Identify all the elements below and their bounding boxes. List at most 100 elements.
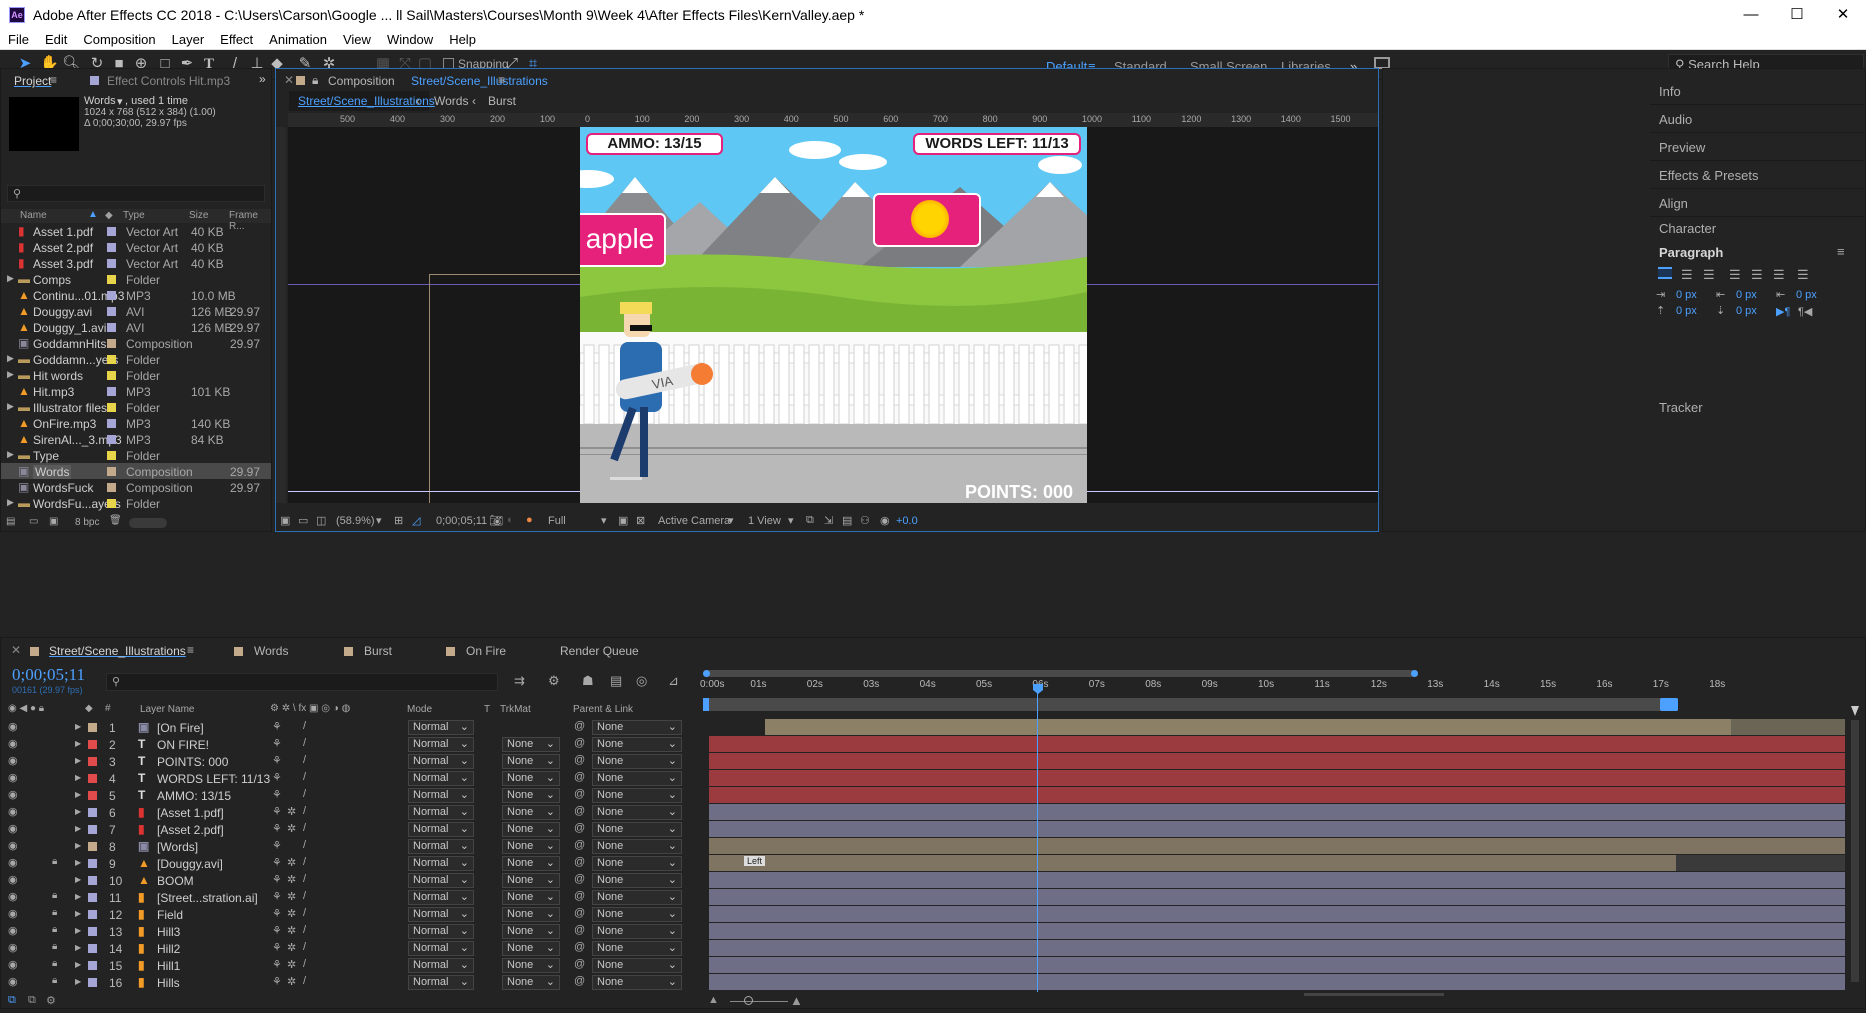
project-item[interactable]: ▮ Asset 3.pdf Vector Art 40 KB (1, 255, 271, 271)
label-swatch[interactable] (88, 944, 97, 953)
panel-menu-icon[interactable]: ≡ (187, 643, 194, 657)
zoom-in-icon[interactable]: ▲ (790, 993, 803, 1008)
lock-icon[interactable]: 🔒︎ (52, 924, 57, 935)
label-swatch[interactable] (88, 740, 97, 749)
views-select[interactable]: 1 View (748, 515, 781, 527)
label-swatch[interactable] (88, 978, 97, 987)
pick-whip-icon[interactable]: @ (574, 856, 585, 868)
tracker-panel-title[interactable]: Tracker (1659, 400, 1703, 415)
eye-icon[interactable]: ◉ (8, 771, 18, 784)
shy-switch-icon[interactable]: ⚘ (272, 890, 282, 903)
twirl-arrow-icon[interactable]: ▶ (75, 756, 81, 765)
layer-duration-bar[interactable] (709, 838, 1845, 854)
collapse-switch-icon[interactable]: ✲ (287, 975, 296, 988)
twirl-arrow-icon[interactable]: ▶ (75, 875, 81, 884)
column-parent[interactable]: Parent & Link (573, 704, 633, 715)
chevron-right-icon[interactable]: » (259, 72, 266, 86)
layer-row[interactable]: ◉ 🔒︎ ▶ 11 ▮ [Street...stration.ai] ⚘ ✲ / Normal ⌄ N… (0, 889, 1866, 906)
layer-row[interactable]: ◉ 🔒︎ ▶ 12 ▮ Field ⚘ ✲ / Normal ⌄ None ⌄ @ None ⌄ (0, 906, 1866, 923)
work-area-end-handle[interactable] (1660, 698, 1678, 711)
work-area-scrollbar[interactable] (703, 670, 1418, 677)
twirl-arrow-icon[interactable]: ▶ (75, 858, 81, 867)
layer-row[interactable]: ◉ ▶ 5 T AMMO: 13/15 ⚘ / Normal ⌄ None ⌄ @ None ⌄ (0, 787, 1866, 804)
collapse-switch-icon[interactable]: ✲ (287, 958, 296, 971)
label-swatch[interactable] (107, 307, 116, 316)
parent-select[interactable]: None ⌄ (592, 856, 682, 871)
transparency-grid-icon[interactable]: ◿ (412, 514, 420, 527)
lock-icon[interactable]: 🔒︎ (312, 73, 318, 88)
quality-switch-icon[interactable]: / (303, 754, 306, 766)
label-swatch[interactable] (107, 291, 116, 300)
twirl-arrow-icon[interactable]: ▶ (75, 909, 81, 918)
layer-row[interactable]: ◉ 🔒︎ ▶ 9 ▲ [Douggy.avi] ⚘ ✲ / Normal ⌄ None ⌄ @ None ⌄ L… (0, 855, 1866, 872)
pick-whip-icon[interactable]: @ (574, 924, 585, 936)
parent-select[interactable]: None ⌄ (592, 907, 682, 922)
eye-icon[interactable]: ◉ (8, 856, 18, 869)
shy-switch-icon[interactable]: ⚘ (272, 975, 282, 988)
close-button[interactable]: ✕ (1820, 0, 1866, 30)
twirl-arrow-icon[interactable]: ▶ (75, 926, 81, 935)
rtl-direction-icon[interactable]: ¶◀ (1798, 305, 1812, 318)
layer-name[interactable]: BOOM (157, 874, 194, 888)
layer-duration-bar[interactable] (709, 872, 1845, 888)
eye-icon[interactable]: ◉ (8, 890, 18, 903)
label-swatch[interactable] (88, 859, 97, 868)
collapse-switch-icon[interactable]: ✲ (287, 924, 296, 937)
bit-depth-label[interactable]: 8 bpc (75, 517, 99, 528)
project-item[interactable]: ▲ Continu...01.mp3 MP3 10.0 MB (1, 287, 271, 303)
trkmat-select[interactable]: None ⌄ (502, 890, 560, 905)
quality-switch-icon[interactable]: / (303, 737, 306, 749)
parent-select[interactable]: None ⌄ (592, 924, 682, 939)
column-name[interactable]: Name (20, 210, 47, 221)
quality-switch-icon[interactable]: / (303, 890, 306, 902)
parent-select[interactable]: None ⌄ (592, 958, 682, 973)
label-swatch[interactable] (107, 419, 116, 428)
mode-select[interactable]: Normal ⌄ (408, 805, 474, 820)
layer-duration-bar[interactable] (709, 889, 1845, 905)
channel-icon[interactable]: ● (526, 514, 533, 526)
eye-icon[interactable]: ◉ (8, 788, 18, 801)
menu-edit[interactable]: Edit (37, 32, 75, 47)
shy-switch-icon[interactable]: ⚘ (272, 788, 282, 801)
eye-icon[interactable]: ◉ (8, 958, 18, 971)
mode-select[interactable]: Normal ⌄ (408, 839, 474, 854)
trash-icon[interactable]: 🗑︎ (109, 515, 122, 526)
layer-name[interactable]: [Douggy.avi] (157, 857, 223, 871)
justify-last-center-icon[interactable]: ☰ (1751, 267, 1763, 283)
pick-whip-icon[interactable]: @ (574, 839, 585, 851)
label-swatch[interactable] (107, 467, 116, 476)
pick-whip-icon[interactable]: @ (574, 737, 585, 749)
quality-switch-icon[interactable]: / (303, 958, 306, 970)
layer-name[interactable]: [Asset 2.pdf] (157, 823, 224, 837)
project-item[interactable]: ▶ ▬ Hit words Folder (1, 367, 271, 383)
label-swatch[interactable] (88, 825, 97, 834)
twirl-arrow-icon[interactable]: ▶ (75, 722, 81, 731)
pick-whip-icon[interactable]: @ (574, 907, 585, 919)
exposure-value[interactable]: +0.0 (896, 515, 918, 527)
parent-select[interactable]: None ⌄ (592, 890, 682, 905)
quality-switch-icon[interactable]: / (303, 822, 306, 834)
twirl-arrow-icon[interactable]: ▶ (75, 790, 81, 799)
shy-switch-icon[interactable]: ⚘ (272, 771, 282, 784)
trkmat-select[interactable]: None ⌄ (502, 805, 560, 820)
layer-duration-bar[interactable] (709, 736, 1845, 752)
twirl-arrow-icon[interactable]: ▶ (75, 977, 81, 986)
tab-render-queue[interactable]: Render Queue (560, 644, 639, 658)
mode-select[interactable]: Normal ⌄ (408, 907, 474, 922)
layer-row[interactable]: ◉ ▶ 2 T ON FIRE! ⚘ / Normal ⌄ None ⌄ @ None ⌄ (0, 736, 1866, 753)
trkmat-select[interactable]: None ⌄ (502, 907, 560, 922)
collapse-switch-icon[interactable]: ✲ (287, 822, 296, 835)
indent-first-value[interactable]: 0 px (1736, 289, 1757, 301)
layer-marker[interactable]: Left (744, 856, 766, 866)
layer-name[interactable]: ON FIRE! (157, 738, 209, 752)
column-layer-name[interactable]: Layer Name (140, 704, 194, 715)
eye-icon[interactable]: ◉ (8, 805, 18, 818)
panel-preview[interactable]: Preview (1659, 140, 1705, 155)
project-item[interactable]: ▲ OnFire.mp3 MP3 140 KB (1, 415, 271, 431)
zoom-out-icon[interactable]: ▲ (708, 994, 719, 1006)
menu-layer[interactable]: Layer (164, 32, 213, 47)
parent-select[interactable]: None ⌄ (592, 737, 682, 752)
panel-effects-presets[interactable]: Effects & Presets (1659, 168, 1758, 183)
trkmat-select[interactable]: None ⌄ (502, 839, 560, 854)
item-name[interactable]: Words (84, 95, 116, 107)
